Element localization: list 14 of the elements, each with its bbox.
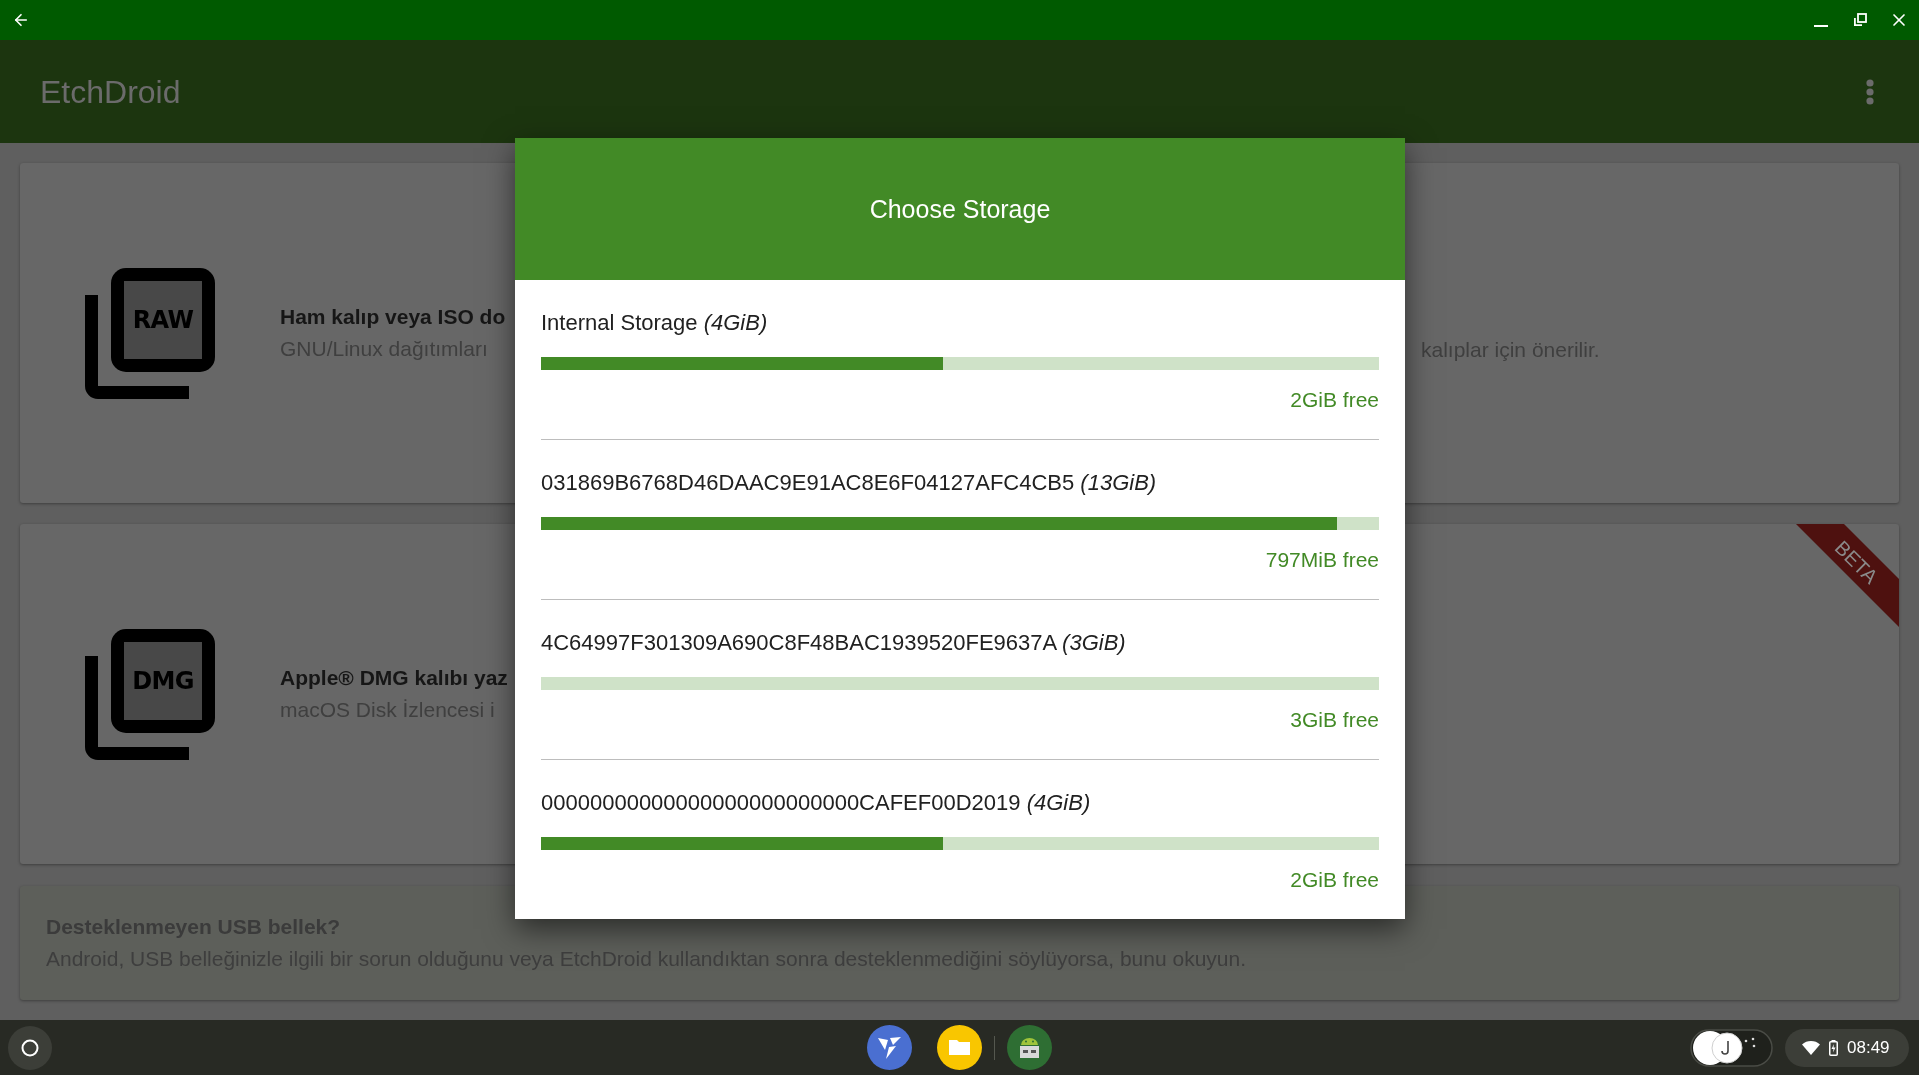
icon-label: DMG [132,668,194,693]
clock-time: 08:49 [1847,1039,1890,1056]
card-title: Apple® DMG kalıbı yaz [280,665,509,691]
storage-free-space: 797MiB free [1265,547,1379,573]
storage-name: 031869B6768D46DAAC9E91AC8E6F04127AFC4CB5 (13GiB) [541,470,1157,496]
app-title: EtchDroid [40,75,181,108]
storage-free-space: 3GiB free [1290,707,1379,733]
storage-name: 4C64997F301309A690C8F48BAC1939520FE9637A (3GiB) [541,630,1126,656]
storage-name: 00000000000000000000000000CAFEF00D2019 (4GiB) [541,790,1091,816]
storage-name: Internal Storage (4GiB) [541,310,768,336]
icon-label: RAW [132,307,194,332]
storage-free-space: 2GiB free [1290,387,1379,413]
dialog-title: Choose Storage [869,196,1051,222]
card-title: Ham kalıp veya ISO do [280,304,507,330]
